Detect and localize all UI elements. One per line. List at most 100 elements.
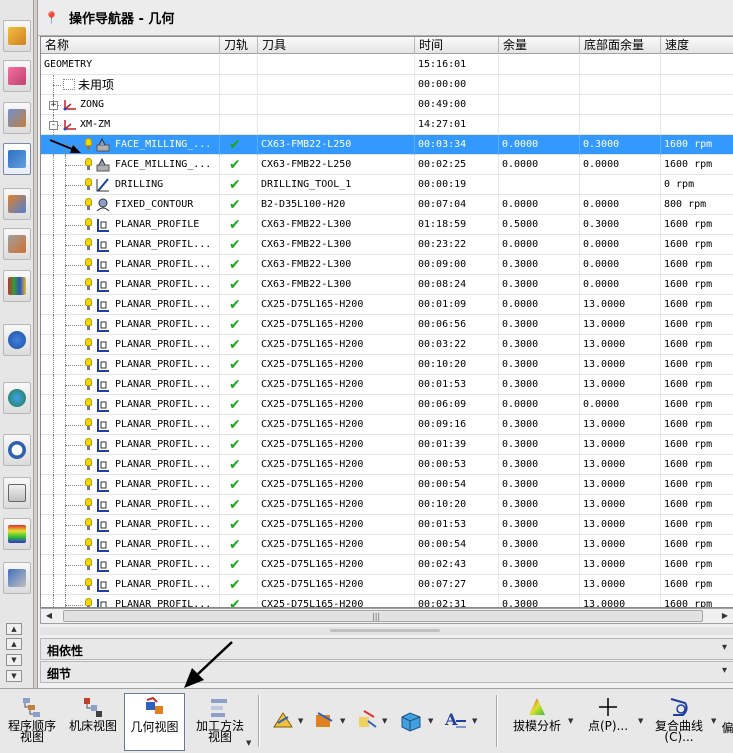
column-header-time[interactable]: 时间 — [415, 37, 499, 54]
history-icon[interactable] — [3, 434, 31, 466]
status-bulb-icon — [85, 138, 92, 151]
dropdown-arrow-icon[interactable]: ▼ — [428, 717, 433, 725]
table-row[interactable]: PLANAR_PROFIL... ✔ CX25-D75L165-H200 00:09:… — [41, 415, 733, 435]
resource-library-icon[interactable] — [3, 270, 31, 302]
table-row[interactable]: PLANAR_PROFIL... ✔ CX25-D75L165-H200 00:02:… — [41, 595, 733, 607]
table-row[interactable]: PLANAR_PROFIL... ✔ CX25-D75L165-H200 00:10:… — [41, 355, 733, 375]
chevron-down-icon[interactable]: ▾ — [722, 642, 727, 653]
operation-navigator-icon[interactable] — [3, 143, 31, 175]
collapse-icon[interactable]: - — [49, 121, 58, 130]
table-row[interactable]: PLANAR_PROFIL... ✔ CX25-D75L165-H200 00:01:… — [41, 295, 733, 315]
part-navigator-icon[interactable] — [3, 102, 31, 134]
table-row[interactable]: PLANAR_PROFIL... ✔ CX25-D75L165-H200 00:00:… — [41, 475, 733, 495]
chevron-down-icon[interactable]: ▾ — [722, 665, 727, 676]
splitter-grip[interactable] — [330, 629, 440, 632]
dropdown-arrow-icon[interactable]: ▼ — [246, 739, 251, 747]
horizontal-scrollbar[interactable]: ◀ ||| ▶ — [40, 608, 733, 624]
fixed-contour-icon — [96, 198, 110, 212]
info-icon[interactable] — [3, 324, 31, 356]
table-row[interactable]: - XM-ZM 14:27:01 — [41, 115, 733, 135]
cell-tool — [258, 75, 415, 95]
operation-name: 未用项 — [78, 78, 115, 92]
column-header-name[interactable]: 名称 — [41, 37, 220, 54]
expand-icon[interactable]: + — [49, 101, 58, 110]
toolpath-status — [220, 55, 258, 75]
resource-bar: ▲ ▲ ▼ ▼ — [0, 0, 34, 688]
dropdown-arrow-icon[interactable]: ▼ — [711, 717, 716, 725]
machine-tool-navigator-icon[interactable] — [3, 188, 31, 220]
solid-box-icon[interactable] — [398, 707, 424, 733]
table-row[interactable]: PLANAR_PROFIL... ✔ CX25-D75L165-H200 00:02:… — [41, 555, 733, 575]
machine-tool-view-button[interactable]: 机床视图 — [64, 693, 122, 751]
table-row[interactable]: PLANAR_PROFIL... ✔ CX25-D75L165-H200 00:01:… — [41, 435, 733, 455]
geometry-view-button[interactable]: 几何视图 — [124, 693, 185, 751]
toolbar-separator — [258, 695, 260, 747]
table-row[interactable]: PLANAR_PROFIL... ✔ CX25-D75L165-H200 00:10:… — [41, 495, 733, 515]
table-row[interactable]: 未用项 00:00:00 — [41, 75, 733, 95]
dropdown-arrow-icon[interactable]: ▼ — [340, 717, 345, 725]
table-row[interactable]: PLANAR_PROFIL... ✔ CX25-D75L165-H200 00:06:… — [41, 395, 733, 415]
cell-tool: CX63-FMB22-L250 — [258, 155, 415, 175]
operation-name: ZONG — [80, 99, 105, 110]
toolpath-status: ✔ — [220, 135, 258, 155]
dependencies-section[interactable]: 相依性 ▾ — [40, 638, 733, 660]
assembly-navigator-icon[interactable] — [3, 20, 31, 52]
column-header-speed[interactable]: 速度 — [661, 37, 733, 54]
dropdown-arrow-icon[interactable]: ▼ — [472, 717, 477, 725]
table-row[interactable]: PLANAR_PROFIL... ✔ CX25-D75L165-H200 00:03:… — [41, 335, 733, 355]
table-row[interactable]: PLANAR_PROFIL... ✔ CX25-D75L165-H200 00:01:… — [41, 375, 733, 395]
table-row[interactable]: PLANAR_PROFIL... ✔ CX25-D75L165-H200 00:00:… — [41, 535, 733, 555]
table-row[interactable]: FIXED_CONTOUR ✔ B2-D35L100-H20 00:07:04 0.00… — [41, 195, 733, 215]
tool-library-icon[interactable] — [3, 228, 31, 260]
toolpath-status: ✔ — [220, 415, 258, 435]
table-row[interactable]: PLANAR_PROFIL... ✔ CX25-D75L165-H200 00:07:… — [41, 575, 733, 595]
dropdown-arrow-icon[interactable]: ▼ — [298, 717, 303, 725]
constraint-navigator-icon[interactable] — [3, 60, 31, 92]
machining-method-view-button[interactable]: 加工方法 视图 — [188, 693, 252, 751]
scroll-up-arrow-icon[interactable]: ▲ — [6, 638, 22, 650]
web-browser-icon[interactable] — [3, 382, 31, 414]
point-button[interactable]: 点(P)... — [578, 693, 638, 751]
dropdown-arrow-icon[interactable]: ▼ — [568, 717, 573, 725]
scrollbar-thumb[interactable]: ||| — [63, 610, 703, 622]
table-row[interactable]: + ZONG 00:49:00 — [41, 95, 733, 115]
dropdown-arrow-icon[interactable]: ▼ — [638, 717, 643, 725]
tree-line — [65, 265, 83, 266]
transform-icon[interactable] — [354, 707, 380, 733]
table-row[interactable]: PLANAR_PROFIL... ✔ CX25-D75L165-H200 00:00:… — [41, 455, 733, 475]
program-order-view-button[interactable]: 程序顺序 视图 — [4, 693, 60, 751]
table-row[interactable]: DRILLING ✔ DRILLING_TOOL_1 00:00:19 0 rpm — [41, 175, 733, 195]
scroll-left-arrow-icon[interactable]: ◀ — [42, 610, 56, 622]
table-row[interactable]: PLANAR_PROFIL... ✔ CX25-D75L165-H200 00:01:… — [41, 515, 733, 535]
system-materials-icon[interactable] — [3, 477, 31, 509]
roles-icon[interactable] — [3, 562, 31, 594]
table-row[interactable]: PLANAR_PROFIL... ✔ CX25-D75L165-H200 00:06:… — [41, 315, 733, 335]
dropdown-arrow-icon[interactable]: ▼ — [382, 717, 387, 725]
table-row[interactable]: PLANAR_PROFIL... ✔ CX63-FMB22-L300 00:23:22… — [41, 235, 733, 255]
color-palette-icon[interactable] — [3, 518, 31, 550]
create-geometry-icon[interactable] — [270, 707, 296, 733]
table-row[interactable]: FACE_MILLING_... ✔ CX63-FMB22-L250 00:03:34… — [41, 135, 733, 155]
scroll-right-arrow-icon[interactable]: ▶ — [718, 610, 732, 622]
column-header-toolpath[interactable]: 刀轨 — [220, 37, 258, 54]
pin-icon[interactable]: 📍 — [44, 11, 59, 25]
column-header-stock[interactable]: 余量 — [499, 37, 580, 54]
draft-analysis-button[interactable]: 拔模分析 — [506, 693, 568, 751]
create-operation-icon[interactable] — [312, 707, 338, 733]
table-row[interactable]: GEOMETRY 15:16:01 — [41, 55, 733, 75]
table-row[interactable]: FACE_MILLING_... ✔ CX63-FMB22-L250 00:02:25… — [41, 155, 733, 175]
details-section[interactable]: 细节 ▾ — [40, 661, 733, 683]
scroll-up-arrow-icon[interactable]: ▲ — [6, 623, 22, 635]
table-row[interactable]: PLANAR_PROFIL... ✔ CX63-FMB22-L300 00:09:00… — [41, 255, 733, 275]
table-row[interactable]: PLANAR_PROFIL... ✔ CX63-FMB22-L300 00:08:24… — [41, 275, 733, 295]
offset-button[interactable]: 偏 — [722, 693, 733, 751]
text-style-icon[interactable]: A — [442, 707, 468, 733]
scroll-down-arrow-icon[interactable]: ▼ — [6, 670, 22, 682]
composite-curve-button[interactable]: 复合曲线 (C)... — [650, 693, 708, 751]
table-row[interactable]: PLANAR_PROFILE ✔ CX63-FMB22-L300 01:18:59 0.… — [41, 215, 733, 235]
scroll-down-arrow-icon[interactable]: ▼ — [6, 654, 22, 666]
toolpath-status: ✔ — [220, 395, 258, 415]
column-header-tool[interactable]: 刀具 — [258, 37, 415, 54]
column-header-floor-stock[interactable]: 底部面余量 — [580, 37, 661, 54]
panel-splitter[interactable] — [40, 627, 733, 635]
